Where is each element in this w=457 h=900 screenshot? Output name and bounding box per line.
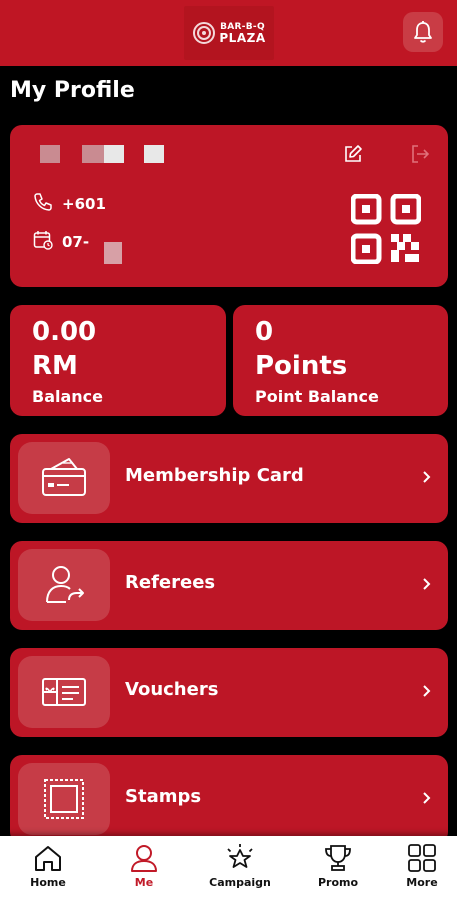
chevron-right-icon: [423, 471, 431, 483]
menu-item-membership-card[interactable]: Membership Card: [10, 434, 448, 523]
bell-icon: [414, 21, 432, 43]
phone-number: +601: [62, 195, 106, 213]
nav-me[interactable]: Me: [114, 836, 174, 900]
menu-label-referees: Referees: [125, 572, 216, 593]
nav-promo[interactable]: Promo: [308, 836, 368, 900]
qr-code-icon[interactable]: [351, 194, 421, 264]
bottom-nav: Home Me Campaign Promo More: [0, 836, 457, 900]
balance-label: Balance: [32, 387, 103, 406]
points-value: 0: [255, 317, 274, 347]
menu-label-membership-card: Membership Card: [125, 465, 304, 486]
chevron-right-icon: [423, 685, 431, 697]
chevron-right-icon: [423, 578, 431, 590]
brand-logo: BAR-B-Q PLAZA: [184, 6, 274, 60]
logo-line-2: PLAZA: [219, 30, 266, 45]
campaign-icon: [227, 844, 253, 868]
home-icon: [35, 846, 61, 871]
nav-label-me: Me: [134, 876, 154, 889]
profile-card: +601 07-: [10, 125, 448, 287]
points-unit: Points: [255, 351, 348, 381]
logo-mark-icon: [193, 22, 216, 44]
chevron-right-icon: [423, 792, 431, 804]
nav-label-more: More: [406, 876, 438, 889]
nav-label-campaign: Campaign: [209, 876, 271, 889]
edit-icon[interactable]: [342, 143, 364, 165]
logout-icon[interactable]: [409, 143, 431, 165]
points-label: Point Balance: [255, 387, 379, 406]
balance-unit: RM: [32, 351, 78, 381]
nav-label-promo: Promo: [317, 876, 359, 889]
redacted-name-block: [82, 145, 104, 163]
redacted-dob-block: [104, 242, 122, 264]
membership-card-icon: [42, 458, 86, 496]
nav-label-home: Home: [30, 876, 66, 889]
nav-home[interactable]: Home: [18, 836, 78, 900]
redacted-name-block: [40, 145, 60, 163]
trophy-icon: [325, 845, 351, 871]
redacted-name-block: [144, 145, 164, 163]
user-icon: [131, 845, 157, 872]
menu-label-vouchers: Vouchers: [125, 679, 219, 700]
referees-icon: [46, 566, 84, 603]
menu-item-vouchers[interactable]: Vouchers: [10, 648, 448, 737]
redacted-name-block: [104, 145, 124, 163]
date-of-birth: 07-: [62, 233, 90, 251]
points-card[interactable]: 0 Points Point Balance: [233, 305, 448, 416]
stamp-icon: [44, 779, 84, 819]
menu-label-stamps: Stamps: [125, 786, 202, 807]
balance-card[interactable]: 0.00 RM Balance: [10, 305, 226, 416]
page-title: My Profile: [10, 78, 135, 103]
calendar-icon: [33, 231, 53, 250]
voucher-icon: [42, 678, 86, 706]
nav-more[interactable]: More: [392, 836, 452, 900]
nav-campaign[interactable]: Campaign: [200, 836, 280, 900]
menu-item-referees[interactable]: Referees: [10, 541, 448, 630]
top-bar: BAR-B-Q PLAZA: [0, 0, 457, 66]
grid-icon: [408, 844, 436, 872]
balance-value: 0.00: [32, 317, 97, 347]
phone-icon: [34, 193, 52, 211]
menu-item-stamps[interactable]: Stamps: [10, 755, 448, 844]
notifications-button[interactable]: [403, 12, 443, 52]
